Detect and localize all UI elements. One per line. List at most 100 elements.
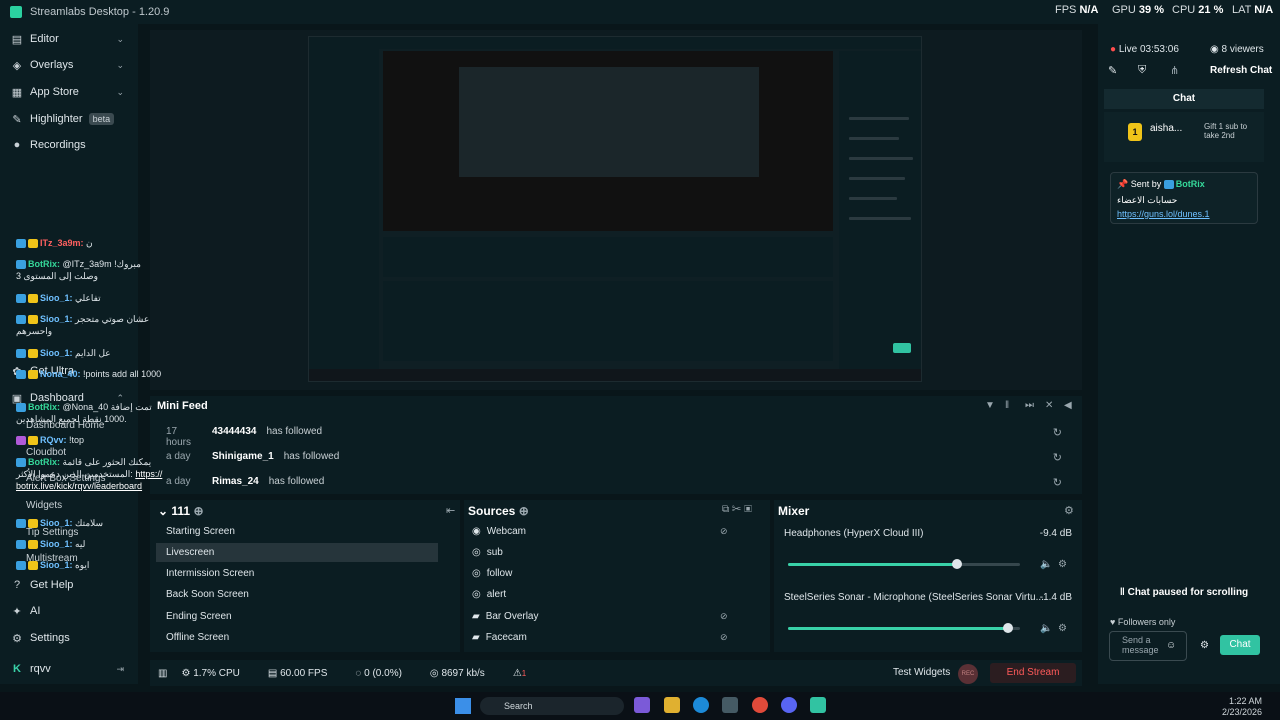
feed-item: 17 hours 43444434 has followed: [166, 426, 323, 448]
scene-item[interactable]: Back Soon Screen: [156, 585, 438, 604]
chart-icon[interactable]: ▥: [158, 668, 167, 679]
chat-message: Sioo_1: ليه: [16, 538, 166, 550]
scene-transition-icon[interactable]: ⇤: [446, 504, 455, 517]
ai-sparkle-icon: ✦: [12, 605, 22, 618]
cpu-status: ⚙ 1.7% CPU: [181, 667, 240, 679]
gpu-stat: GPU 39 %: [1112, 4, 1164, 16]
gift-user: aisha...: [1150, 123, 1183, 134]
skip-icon[interactable]: ⏭: [1025, 400, 1034, 411]
nav-get-help[interactable]: ? Get Help: [0, 573, 138, 597]
channel-settings-icon[interactable]: ⚙: [1058, 559, 1067, 570]
mixer-settings-icon[interactable]: ⚙: [1064, 504, 1074, 517]
browser-source-icon: ◎: [472, 547, 481, 558]
volume-slider[interactable]: [788, 623, 1020, 633]
replay-icon[interactable]: ↻: [1053, 451, 1062, 464]
share-icon[interactable]: ⋔: [1170, 64, 1179, 77]
viewer-count: ◉ 8 viewers: [1210, 44, 1264, 55]
filter-icon[interactable]: ▼: [985, 400, 995, 411]
emoji-icon[interactable]: ☺: [1166, 640, 1176, 651]
send-chat-button[interactable]: Chat: [1220, 635, 1260, 655]
nav-recordings[interactable]: ● Recordings: [0, 133, 138, 157]
nav-app-store[interactable]: ▦ App Store ⌄: [0, 80, 138, 104]
hidden-eye-icon[interactable]: ⊘: [720, 611, 728, 622]
nav-user[interactable]: Krqvv ⇥: [0, 657, 138, 681]
logout-icon[interactable]: ⇥: [116, 664, 124, 675]
scene-collection-title[interactable]: ⌄ 111 ⊕: [158, 504, 204, 518]
mixer-channel-db: -9.4 dB: [1039, 528, 1072, 539]
discord-icon[interactable]: [781, 697, 797, 713]
mixer-panel: Mixer ⚙ Headphones (HyperX Cloud III) -9…: [774, 500, 1082, 652]
nav-widgets[interactable]: Widgets: [26, 500, 62, 511]
end-stream-button[interactable]: End Stream: [990, 663, 1076, 683]
pinned-text: حسابات الاعضاء: [1117, 195, 1178, 205]
refresh-chat-button[interactable]: Refresh Chat: [1210, 65, 1272, 76]
volume-icon[interactable]: ◀: [1064, 400, 1072, 411]
taskbar-search[interactable]: Search: [480, 697, 624, 715]
nav-settings[interactable]: ⚙ Settings: [0, 626, 138, 650]
chat-settings-icon[interactable]: ⚙: [1200, 640, 1209, 651]
fps-stat: FPS N/A: [1055, 4, 1099, 16]
nav-ai[interactable]: ✦ AI: [0, 599, 138, 623]
scene-item[interactable]: Starting Screen: [156, 522, 438, 541]
nav-overlays[interactable]: ◈ Overlays ⌄: [0, 53, 138, 77]
edge-icon[interactable]: [693, 697, 709, 713]
chat-message: ITz_3a9m: ن: [16, 237, 166, 249]
kick-logo-icon: K: [13, 663, 21, 675]
feed-item: a day Shinigame_1 has followed: [166, 451, 340, 462]
bitrate-status: ◎ 8697 kb/s: [429, 667, 485, 679]
mute-notification-icon[interactable]: ✕: [1045, 400, 1053, 411]
mixer-channel-name: SteelSeries Sonar - Microphone (SteelSer…: [784, 592, 1044, 603]
chat-header: Chat: [1104, 89, 1264, 109]
source-item[interactable]: ◎ alert: [472, 589, 506, 600]
gift-leaderboard: 1 aisha... Gift 1 sub to take 2nd: [1104, 112, 1264, 162]
chat-message: RQvv: !top: [16, 434, 166, 446]
nav-highlighter[interactable]: ✎ Highlighter beta: [0, 107, 138, 131]
warning-icon[interactable]: ⚠1: [513, 668, 540, 679]
scene-item-selected[interactable]: Livescreen: [156, 543, 438, 562]
record-button[interactable]: REC: [958, 664, 978, 684]
pause-icon[interactable]: ‖: [1005, 400, 1009, 411]
windows-start-icon[interactable]: [455, 698, 471, 714]
clock[interactable]: 1:22 AM 2/23/2026: [1212, 696, 1262, 718]
speaker-icon[interactable]: 🔈: [1040, 623, 1052, 634]
pinned-sent-by: 📌 Sent by BotRix: [1117, 179, 1205, 190]
cpu-stat: CPU 21 %: [1172, 4, 1224, 16]
test-widgets-button[interactable]: Test Widgets: [893, 667, 950, 678]
app-logo-icon: [10, 6, 22, 18]
source-item[interactable]: ▰ Bar Overlay: [472, 611, 539, 622]
source-item[interactable]: ▰ Facecam: [472, 632, 527, 643]
replay-icon[interactable]: ↻: [1053, 426, 1062, 439]
chrome-icon[interactable]: [752, 697, 768, 713]
source-item[interactable]: ◉ Webcam: [472, 526, 526, 537]
hidden-eye-icon[interactable]: ⊘: [720, 526, 728, 537]
chat-message: Sioo_1: عشان صوتي متحجر واحسرهم: [16, 314, 150, 336]
scene-item[interactable]: Ending Screen: [156, 607, 438, 626]
nav-editor[interactable]: ▤ Editor ⌄: [0, 27, 138, 51]
channel-settings-icon[interactable]: ⚙: [1058, 623, 1067, 634]
folder-icon: ▰: [472, 611, 480, 622]
pinned-link[interactable]: https://guns.lol/dunes.1: [1117, 209, 1210, 219]
copilot-icon[interactable]: [634, 697, 650, 713]
source-toolbar-icons[interactable]: ⧉ ✂ ▣: [722, 504, 752, 515]
replay-icon[interactable]: ↻: [1053, 476, 1062, 489]
shield-icon[interactable]: ⛨: [1138, 64, 1146, 77]
streamlabs-icon[interactable]: [810, 697, 826, 713]
scene-item[interactable]: Offline Screen: [156, 628, 438, 647]
beta-badge: beta: [88, 113, 115, 125]
lat-stat: LAT N/A: [1232, 4, 1274, 16]
editor-icon: ▤: [11, 33, 23, 46]
file-explorer-icon[interactable]: [664, 697, 680, 713]
edit-icon[interactable]: ✎: [1108, 64, 1117, 77]
hidden-eye-icon[interactable]: ⊘: [720, 632, 728, 643]
source-item[interactable]: ◎ sub: [472, 547, 503, 558]
scene-item[interactable]: Intermission Screen: [156, 564, 438, 583]
source-item[interactable]: ◎ follow: [472, 568, 512, 579]
speaker-icon[interactable]: 🔈: [1040, 559, 1052, 570]
volume-slider[interactable]: [788, 559, 1020, 569]
highlighter-icon: ✎: [12, 113, 22, 126]
add-scene-icon: ⊕: [193, 504, 204, 518]
browser-source-icon: ◎: [472, 589, 481, 600]
store-icon[interactable]: [722, 697, 738, 713]
live-timer: ● Live 03:53:06: [1110, 44, 1179, 55]
chat-paused-banner[interactable]: ‖ Chat paused for scrolling: [1104, 583, 1264, 603]
